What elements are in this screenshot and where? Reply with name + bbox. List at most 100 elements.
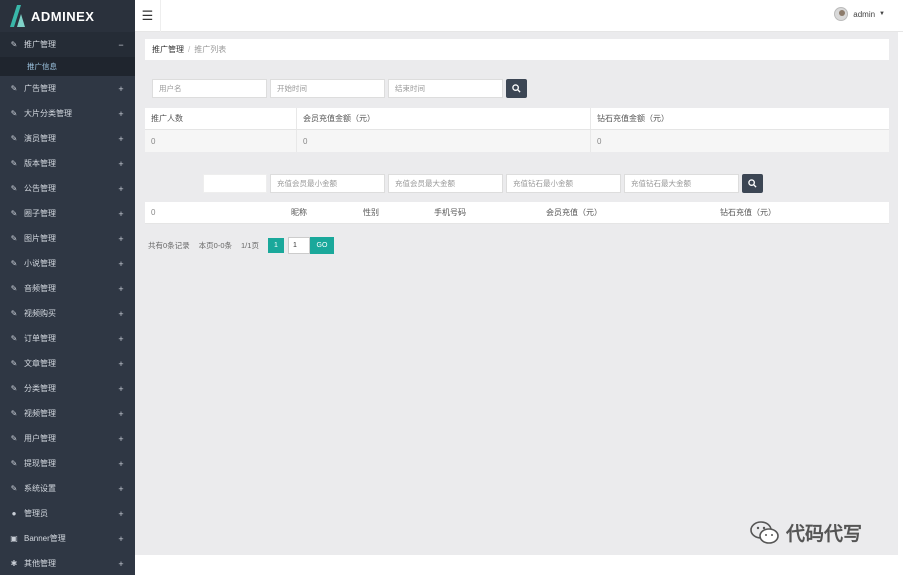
end-time-input[interactable]: 结束时间 <box>388 79 503 98</box>
detail-table: 0 昵称 性别 手机号码 会员充值（元） 钻石充值（元） <box>145 202 889 224</box>
edit-icon: ✎ <box>10 334 18 343</box>
collapse-icon[interactable]: − <box>117 40 125 50</box>
user-menu[interactable]: admin ▼ <box>834 7 885 21</box>
sidebar-item[interactable]: ✎ 演员管理 + <box>0 126 135 151</box>
sidebar-item[interactable]: ✱ 其他管理 + <box>0 551 135 575</box>
detail-header-cell: 昵称 <box>291 208 307 217</box>
diamond-min-input[interactable]: 充值钻石最小金额 <box>506 174 621 193</box>
edit-icon: ✎ <box>10 309 18 318</box>
sidebar-item-label: 管理员 <box>24 509 48 518</box>
sidebar-item[interactable]: ✎ 用户管理 + <box>0 426 135 451</box>
expand-icon[interactable]: + <box>117 109 125 119</box>
menu-toggle-icon[interactable]: ☰ <box>135 0 161 32</box>
sidebar-subitem[interactable]: 推广信息 <box>0 57 135 76</box>
sidebar-item[interactable]: ✎ 推广管理 − <box>0 32 135 57</box>
expand-icon[interactable]: + <box>117 259 125 269</box>
pager-total: 共有0条记录 <box>148 241 190 250</box>
search-button-2[interactable] <box>742 174 763 193</box>
expand-icon[interactable]: + <box>117 409 125 419</box>
search-icon <box>512 84 521 93</box>
filter-row-1: 用户名 开始时间 结束时间 <box>152 79 527 98</box>
expand-icon[interactable]: + <box>117 534 125 544</box>
edit-icon: ✎ <box>10 40 18 49</box>
sidebar-item[interactable]: ✎ 系统设置 + <box>0 476 135 501</box>
edit-icon: ✎ <box>10 484 18 493</box>
expand-icon[interactable]: + <box>117 509 125 519</box>
summary-header-cell: 推广人数 <box>145 108 297 129</box>
username-input[interactable]: 用户名 <box>152 79 267 98</box>
sidebar-item[interactable]: ✎ 分类管理 + <box>0 376 135 401</box>
expand-icon[interactable]: + <box>117 384 125 394</box>
detail-lead-cell: 0 <box>151 208 156 217</box>
breadcrumb-current[interactable]: 推广管理 <box>152 44 184 55</box>
sidebar-item[interactable]: ✎ 广告管理 + <box>0 76 135 101</box>
pagination: 共有0条记录 本页0-0条 1/1页 1 1 GO <box>148 237 334 254</box>
summary-header-cell: 会员充值金额（元） <box>297 108 591 129</box>
expand-icon[interactable]: + <box>117 309 125 319</box>
edit-icon: ✎ <box>10 409 18 418</box>
sidebar-item[interactable]: ✎ 音频管理 + <box>0 276 135 301</box>
breadcrumb: 推广管理 / 推广列表 <box>145 39 889 60</box>
blank-input[interactable] <box>203 174 267 193</box>
expand-icon[interactable]: + <box>117 234 125 244</box>
summary-table: 推广人数 会员充值金额（元） 钻石充值金额（元） 0 0 0 <box>145 108 889 152</box>
main-content: 推广管理 / 推广列表 用户名 开始时间 结束时间 推广人数 会员充值金额（元）… <box>135 32 898 555</box>
sidebar-item-label: 用户管理 <box>24 434 56 443</box>
sidebar-item[interactable]: ● 管理员 + <box>0 501 135 526</box>
expand-icon[interactable]: + <box>117 209 125 219</box>
go-button[interactable]: GO <box>309 237 334 254</box>
sidebar-item[interactable]: ✎ 视频购买 + <box>0 301 135 326</box>
wechat-icon <box>750 520 779 544</box>
avatar <box>834 7 849 21</box>
sidebar-item-label: 演员管理 <box>24 134 56 143</box>
sidebar-item[interactable]: ✎ 视频管理 + <box>0 401 135 426</box>
expand-icon[interactable]: + <box>117 159 125 169</box>
search-button-1[interactable] <box>506 79 527 98</box>
sidebar-item[interactable]: ✎ 版本管理 + <box>0 151 135 176</box>
edit-icon: ✎ <box>10 434 18 443</box>
expand-icon[interactable]: + <box>117 84 125 94</box>
edit-icon: ✎ <box>10 159 18 168</box>
image-icon: ▣ <box>10 534 18 543</box>
sidebar-item[interactable]: ✎ 提现管理 + <box>0 451 135 476</box>
expand-icon[interactable]: + <box>117 134 125 144</box>
pager-range: 本页0-0条 <box>198 241 233 250</box>
sidebar-item[interactable]: ✎ 文章管理 + <box>0 351 135 376</box>
brand[interactable]: ADMINEX <box>0 0 135 32</box>
breadcrumb-separator: / <box>188 45 191 54</box>
sidebar-item-label: 分类管理 <box>24 384 56 393</box>
sidebar-item[interactable]: ✎ 公告管理 + <box>0 176 135 201</box>
expand-icon[interactable]: + <box>117 434 125 444</box>
diamond-max-input[interactable]: 充值钻石最大金额 <box>624 174 739 193</box>
user-icon: ● <box>11 509 17 518</box>
sidebar-item[interactable]: ▣ Banner管理 + <box>0 526 135 551</box>
expand-icon[interactable]: + <box>117 184 125 194</box>
expand-icon[interactable]: + <box>117 334 125 344</box>
vip-min-input[interactable]: 充值会员最小金额 <box>270 174 385 193</box>
username: admin <box>853 9 876 19</box>
sidebar-item[interactable]: ✎ 圈子管理 + <box>0 201 135 226</box>
search-icon <box>748 179 757 188</box>
sidebar-item-label: 其他管理 <box>24 559 56 568</box>
summary-header-row: 推广人数 会员充值金额（元） 钻石充值金额（元） <box>145 108 889 130</box>
sidebar-item[interactable]: ✎ 订单管理 + <box>0 326 135 351</box>
sidebar-item-label: 提现管理 <box>24 459 56 468</box>
page-button-current[interactable]: 1 <box>267 238 284 253</box>
page-number-input[interactable]: 1 <box>287 237 310 254</box>
expand-icon[interactable]: + <box>117 359 125 369</box>
edit-icon: ✎ <box>10 134 18 143</box>
filter-row-2: 充值会员最小金额 充值会员最大金额 充值钻石最小金额 充值钻石最大金额 <box>203 174 763 193</box>
expand-icon[interactable]: + <box>117 459 125 469</box>
vip-max-input[interactable]: 充值会员最大金额 <box>388 174 503 193</box>
topbar: ☰ admin ▼ <box>135 0 903 32</box>
summary-cell: 0 <box>297 130 591 152</box>
sidebar-item-label: 小说管理 <box>24 259 56 268</box>
sidebar-item[interactable]: ✎ 大片分类管理 + <box>0 101 135 126</box>
start-time-input[interactable]: 开始时间 <box>270 79 385 98</box>
expand-icon[interactable]: + <box>117 559 125 569</box>
brand-name: ADMINEX <box>31 8 95 24</box>
expand-icon[interactable]: + <box>117 484 125 494</box>
expand-icon[interactable]: + <box>117 284 125 294</box>
sidebar-item[interactable]: ✎ 小说管理 + <box>0 251 135 276</box>
sidebar-item[interactable]: ✎ 图片管理 + <box>0 226 135 251</box>
